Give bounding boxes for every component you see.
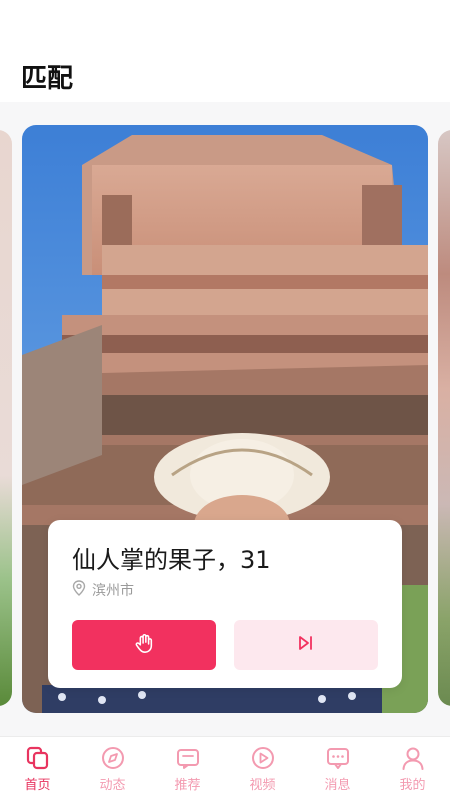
tab-label: 视频 xyxy=(249,778,276,793)
skip-forward-icon xyxy=(296,633,316,657)
location-text: 滨州市 xyxy=(92,583,134,599)
profile-info-card: 仙人掌的果子，31 滨州市 xyxy=(48,520,402,688)
tab-label: 动态 xyxy=(99,778,126,793)
location-pin-icon xyxy=(72,580,86,600)
tab-label: 推荐 xyxy=(174,778,201,793)
compass-icon xyxy=(100,745,126,771)
tab-home[interactable]: 首页 xyxy=(0,737,75,800)
greet-button[interactable] xyxy=(72,620,216,670)
recommend-icon xyxy=(175,745,201,771)
skip-button[interactable] xyxy=(234,620,378,670)
wave-hand-icon xyxy=(133,632,155,658)
header: 匹配 xyxy=(0,0,450,102)
tab-profile[interactable]: 我的 xyxy=(375,737,450,800)
tab-label: 消息 xyxy=(324,778,351,793)
message-icon xyxy=(325,745,351,771)
page-title: 匹配 xyxy=(21,64,74,94)
home-icon xyxy=(25,745,51,771)
bottom-tab-bar: 首页 动态 推荐 视频 消息 我的 xyxy=(0,736,450,800)
location-row: 滨州市 xyxy=(72,580,134,600)
tab-label: 首页 xyxy=(24,778,51,793)
previous-profile-card[interactable] xyxy=(0,130,12,706)
tab-video[interactable]: 视频 xyxy=(225,737,300,800)
tab-recommend[interactable]: 推荐 xyxy=(150,737,225,800)
tab-moments[interactable]: 动态 xyxy=(75,737,150,800)
tab-label: 我的 xyxy=(399,778,426,793)
tab-messages[interactable]: 消息 xyxy=(300,737,375,800)
profile-name-age: 仙人掌的果子，31 xyxy=(72,546,271,574)
user-icon xyxy=(400,745,426,771)
next-profile-card[interactable] xyxy=(438,130,450,706)
play-icon xyxy=(250,745,276,771)
